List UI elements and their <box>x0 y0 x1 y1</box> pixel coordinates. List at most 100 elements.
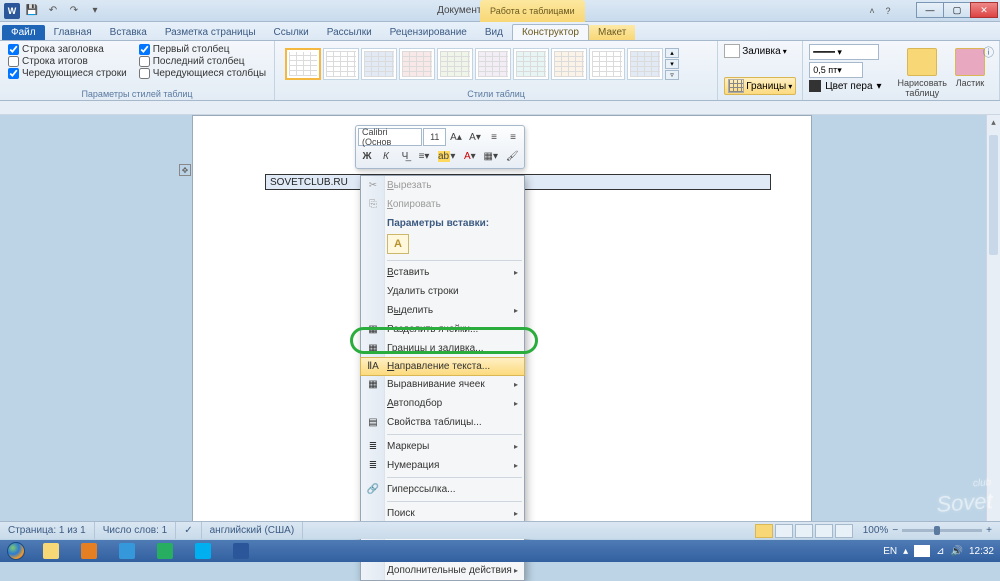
tab-review[interactable]: Рецензирование <box>381 25 476 40</box>
underline-icon[interactable]: Ч̲ <box>396 147 414 165</box>
line-style-selector[interactable]: ━━━━ ▾ <box>809 44 881 60</box>
menu-cell-alignment[interactable]: ▦Выравнивание ячеек▸ <box>361 375 524 394</box>
tray-clock[interactable]: 12:32 <box>969 546 994 557</box>
font-size-selector[interactable]: 11 <box>423 128 446 146</box>
draw-table-button[interactable]: Нарисовать таблицу <box>898 48 947 98</box>
status-page[interactable]: Страница: 1 из 1 <box>0 522 95 539</box>
zoom-label[interactable]: 100% <box>863 525 889 536</box>
menu-additional-actions[interactable]: Дополнительные действия▸ <box>361 561 524 580</box>
menu-delete-rows[interactable]: Удалить строки <box>361 282 524 301</box>
horizontal-ruler[interactable] <box>0 101 1000 115</box>
check-total-row[interactable]: Строка итогов <box>8 56 127 67</box>
bold-icon[interactable]: Ж <box>358 147 376 165</box>
tab-references[interactable]: Ссылки <box>265 25 318 40</box>
qat-undo-icon[interactable]: ↶ <box>44 3 62 19</box>
menu-select[interactable]: Выделить▸ <box>361 301 524 320</box>
view-full-screen[interactable] <box>775 524 793 538</box>
tab-table-layout[interactable]: Макет <box>589 25 635 40</box>
borders-button[interactable]: Границы▾ <box>724 77 796 95</box>
increase-indent-icon[interactable]: ≡ <box>504 128 522 146</box>
menu-borders-fill[interactable]: ▦Границы и заливка... <box>361 339 524 358</box>
check-header-row[interactable]: Строка заголовка <box>8 44 127 55</box>
window-maximize-button[interactable]: ▢ <box>943 2 971 18</box>
view-draft[interactable] <box>835 524 853 538</box>
align-icon[interactable]: ≡▾ <box>415 147 433 165</box>
tray-action-center-icon[interactable] <box>914 545 930 557</box>
table-style-thumb[interactable] <box>285 48 321 80</box>
qat-save-icon[interactable]: 💾 <box>23 3 41 19</box>
status-word-count[interactable]: Число слов: 1 <box>95 522 176 539</box>
eraser-button[interactable]: Ластик <box>955 48 985 98</box>
table-style-thumb[interactable] <box>437 48 473 80</box>
window-close-button[interactable]: ✕ <box>970 2 998 18</box>
check-first-column[interactable]: Первый столбец <box>139 44 266 55</box>
check-last-column[interactable]: Последний столбец <box>139 56 266 67</box>
tab-table-design[interactable]: Конструктор <box>512 24 589 40</box>
table-style-thumb[interactable] <box>361 48 397 80</box>
table-style-thumb[interactable] <box>399 48 435 80</box>
tab-home[interactable]: Главная <box>45 25 101 40</box>
table-style-thumb[interactable] <box>475 48 511 80</box>
decrease-indent-icon[interactable]: ≡ <box>485 128 503 146</box>
view-outline[interactable] <box>815 524 833 538</box>
check-banded-columns[interactable]: Чередующиеся столбцы <box>139 68 266 79</box>
menu-copy[interactable]: ⎘Копировать <box>361 195 524 214</box>
tab-view[interactable]: Вид <box>476 25 512 40</box>
italic-icon[interactable]: К <box>377 147 395 165</box>
check-banded-rows[interactable]: Чередующиеся строки <box>8 68 127 79</box>
table-style-thumb[interactable] <box>627 48 663 80</box>
qat-customize-icon[interactable]: ▾ <box>86 3 104 19</box>
menu-hyperlink[interactable]: 🔗Гиперссылка... <box>361 480 524 499</box>
tray-network-icon[interactable]: ⊿ <box>936 546 944 557</box>
menu-text-direction[interactable]: ⅡAНаправление текста... <box>360 357 525 376</box>
table-icon[interactable]: ▦▾ <box>480 147 501 165</box>
task-skype[interactable] <box>185 541 221 561</box>
menu-insert[interactable]: Вставить▸ <box>361 263 524 282</box>
menu-numbering[interactable]: ≣Нумерация▸ <box>361 456 524 475</box>
table-style-thumb[interactable] <box>513 48 549 80</box>
tray-show-hidden-icon[interactable]: ▴ <box>903 546 908 557</box>
view-web-layout[interactable] <box>795 524 813 538</box>
tray-volume-icon[interactable]: 🔊 <box>951 546 963 557</box>
qat-redo-icon[interactable]: ↷ <box>65 3 83 19</box>
menu-cut[interactable]: ✂Вырезать <box>361 176 524 195</box>
font-name-selector[interactable]: Calibri (Основ <box>358 128 422 146</box>
help-icon[interactable]: ? <box>881 4 895 18</box>
menu-table-properties[interactable]: ▤Свойства таблицы... <box>361 413 524 432</box>
status-spellcheck[interactable]: ✓ <box>176 522 201 539</box>
shading-button[interactable]: Заливка▾ <box>724 44 796 58</box>
gallery-scroll[interactable]: ▴▾▿ <box>665 48 679 81</box>
table-style-thumb[interactable] <box>323 48 359 80</box>
line-weight-selector[interactable]: 0,5 пт ▾ <box>809 62 881 78</box>
tab-mailings[interactable]: Рассылки <box>318 25 381 40</box>
ribbon-help-icon[interactable]: ⓘ <box>983 44 994 60</box>
menu-bullets[interactable]: ≣Маркеры▸ <box>361 437 524 456</box>
zoom-in-button[interactable]: + <box>986 525 992 536</box>
task-firefox[interactable] <box>71 541 107 561</box>
tab-file[interactable]: Файл <box>2 25 45 40</box>
shrink-font-icon[interactable]: A▾ <box>466 128 484 146</box>
tray-lang[interactable]: EN <box>883 546 897 557</box>
scroll-up-icon[interactable]: ▴ <box>987 115 1000 129</box>
table-style-thumb[interactable] <box>551 48 587 80</box>
menu-autofit[interactable]: Автоподбор▸ <box>361 394 524 413</box>
task-app[interactable] <box>109 541 145 561</box>
status-language[interactable]: английский (США) <box>202 522 304 539</box>
view-print-layout[interactable] <box>755 524 773 538</box>
highlight-icon[interactable]: ab▾ <box>434 147 459 165</box>
task-word[interactable] <box>223 541 259 561</box>
tab-page-layout[interactable]: Разметка страницы <box>156 25 265 40</box>
paste-option-keep-text[interactable]: A <box>387 234 409 254</box>
font-color-icon[interactable]: A▾ <box>460 147 479 165</box>
vertical-scrollbar[interactable]: ▴ <box>986 115 1000 532</box>
zoom-slider[interactable] <box>902 529 982 532</box>
window-minimize-button[interactable]: — <box>916 2 944 18</box>
table-style-thumb[interactable] <box>589 48 625 80</box>
zoom-out-button[interactable]: − <box>892 525 898 536</box>
task-chrome[interactable] <box>147 541 183 561</box>
table-move-handle[interactable]: ✥ <box>179 164 191 176</box>
ribbon-minimize-icon[interactable]: ˄ <box>865 4 879 18</box>
grow-font-icon[interactable]: A▴ <box>447 128 465 146</box>
task-explorer[interactable] <box>33 541 69 561</box>
start-button[interactable] <box>0 540 32 562</box>
